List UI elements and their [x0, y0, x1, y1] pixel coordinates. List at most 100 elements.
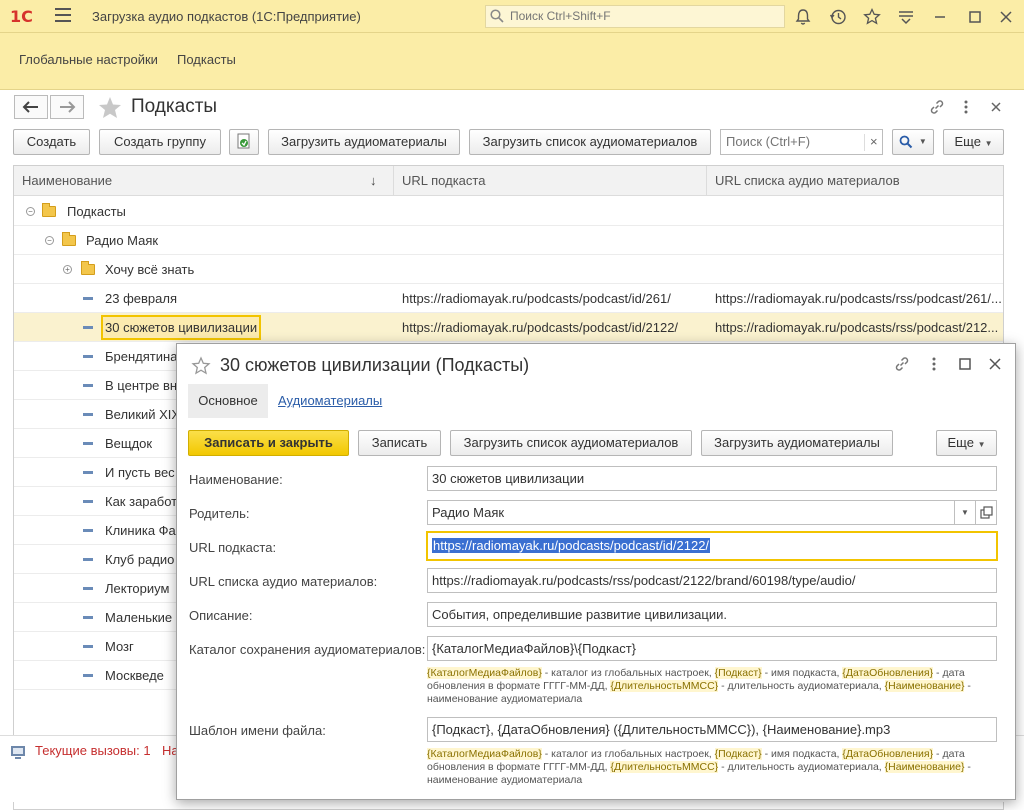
close-icon[interactable] [987, 355, 1003, 373]
chevron-down-icon: ▼ [977, 440, 986, 449]
favorite-star-icon[interactable] [191, 356, 211, 376]
chevron-down-icon: ▼ [918, 137, 927, 146]
item-icon [83, 645, 93, 648]
item-icon [83, 500, 93, 503]
row-name: 23 февраля [105, 291, 177, 306]
catalog-field[interactable]: {КаталогМедиаФайлов}\{Подкаст} [427, 636, 997, 661]
save-and-close-button[interactable]: Записать и закрыть [188, 430, 349, 456]
clear-search-icon[interactable]: × [864, 134, 878, 151]
item-icon [83, 616, 93, 619]
arrow-right-icon [60, 101, 76, 113]
dialog-title: 30 сюжетов цивилизации (Подкасты) [220, 355, 530, 375]
more-button[interactable]: Еще ▼ [943, 129, 1004, 155]
functions-menu-icon[interactable] [896, 7, 916, 27]
url-label: URL подкаста: [189, 540, 277, 555]
create-button[interactable]: Создать [13, 129, 90, 155]
load-audio-list-button[interactable]: Загрузить список аудиоматериалов [450, 430, 692, 456]
maximize-icon[interactable] [965, 7, 985, 27]
more-actions-icon[interactable] [958, 98, 974, 116]
link-icon[interactable] [928, 98, 946, 116]
row-name: Брендятина [105, 349, 178, 364]
chevron-down-icon: ▼ [961, 508, 969, 517]
excel-export-button[interactable] [229, 129, 259, 155]
item-icon [83, 529, 93, 532]
url-field[interactable]: https://radiomayak.ru/podcasts/podcast/i… [426, 531, 998, 561]
table-row[interactable]: + Хочу всё знать [14, 255, 1003, 284]
collapse-icon[interactable]: − [45, 236, 54, 245]
podcast-item-dialog: 30 сюжетов цивилизации (Подкасты) Основн… [176, 343, 1016, 800]
item-icon [83, 413, 93, 416]
load-audio-list-button[interactable]: Загрузить список аудиоматериалов [469, 129, 711, 155]
table-row[interactable]: 23 февраля https://radiomayak.ru/podcast… [14, 284, 1003, 313]
row-name: Радио Маяк [86, 233, 159, 248]
more-label: Еще [947, 435, 974, 450]
collapse-icon[interactable]: − [26, 207, 35, 216]
item-icon [83, 442, 93, 445]
row-name: В центре вн [105, 378, 178, 393]
column-header-url[interactable]: URL подкаста [394, 166, 707, 196]
section-global-settings[interactable]: Глобальные настройки [19, 52, 158, 67]
table-row[interactable]: − Подкасты [14, 197, 1003, 226]
search-options-button[interactable]: ▼ [892, 129, 934, 155]
item-icon [83, 558, 93, 561]
search-icon [490, 9, 504, 23]
item-icon [83, 471, 93, 474]
template-label: Шаблон имени файла: [189, 723, 326, 738]
template-field[interactable]: {Подкаст}, {ДатаОбновления} ({Длительнос… [427, 717, 997, 742]
parent-open-button[interactable] [975, 500, 997, 525]
table-row-selected[interactable]: 30 сюжетов цивилизации https://radiomaya… [14, 313, 1003, 342]
load-audio-button[interactable]: Загрузить аудиоматериалы [701, 430, 893, 456]
close-form-icon[interactable] [988, 98, 1004, 116]
list-search-box: × [720, 129, 883, 155]
row-name: Клуб радио [105, 552, 175, 567]
catalog-hint: {КаталогМедиаФайлов} - каталог из глобал… [427, 667, 971, 705]
favorite-star-icon[interactable] [97, 95, 123, 121]
row-name: Маленькие [105, 610, 173, 625]
url-list-field[interactable]: https://radiomayak.ru/podcasts/rss/podca… [427, 568, 997, 593]
row-name: Клиника Фа [105, 523, 176, 538]
link-icon[interactable] [893, 355, 911, 373]
table-row[interactable]: − Радио Маяк [14, 226, 1003, 255]
close-icon[interactable] [996, 7, 1016, 27]
minimize-icon[interactable] [930, 7, 950, 27]
app-title: Загрузка аудио подкастов (1С:Предприятие… [92, 9, 361, 24]
parent-field[interactable]: Радио Маяк [427, 500, 955, 525]
load-audio-button[interactable]: Загрузить аудиоматериалы [268, 129, 460, 155]
tab-audio[interactable]: Аудиоматериалы [278, 384, 382, 418]
hamburger-menu-icon[interactable] [55, 8, 71, 22]
row-url: https://radiomayak.ru/podcasts/podcast/i… [402, 320, 679, 335]
history-icon[interactable] [828, 7, 848, 27]
tab-main[interactable]: Основное [188, 384, 268, 418]
global-search-box[interactable] [485, 5, 785, 28]
maximize-icon[interactable] [957, 355, 973, 373]
save-button[interactable]: Записать [358, 430, 441, 456]
item-icon [83, 674, 93, 677]
forward-button[interactable] [50, 95, 84, 119]
row-name: Великий XIX [105, 407, 181, 422]
star-icon[interactable] [862, 7, 882, 27]
more-label: Еще [954, 134, 981, 149]
template-hint: {КаталогМедиаФайлов} - каталог из глобал… [427, 748, 971, 786]
url-value: https://radiomayak.ru/podcasts/podcast/i… [432, 538, 711, 553]
create-group-button[interactable]: Создать группу [99, 129, 221, 155]
list-search-input[interactable] [724, 133, 856, 150]
description-field[interactable]: События, определившие развитие цивилизац… [427, 602, 997, 627]
current-calls-status[interactable]: Текущие вызовы: 1 [35, 743, 151, 758]
url-list-label: URL списка аудио материалов: [189, 574, 378, 589]
name-field[interactable]: 30 сюжетов цивилизации [427, 466, 997, 491]
column-header-name[interactable]: Наименование ↓ [14, 166, 394, 196]
parent-dropdown-button[interactable]: ▼ [954, 500, 976, 525]
column-header-url-list[interactable]: URL списка аудио материалов [707, 166, 1003, 196]
expand-icon[interactable]: + [63, 265, 72, 274]
folder-icon [62, 232, 76, 246]
row-name: Хочу всё знать [105, 262, 195, 277]
global-search-input[interactable] [508, 8, 768, 24]
title-bar: 1С Загрузка аудио подкастов (1С:Предприя… [0, 0, 1024, 33]
more-actions-icon[interactable] [926, 355, 942, 373]
sort-desc-icon: ↓ [370, 173, 377, 188]
more-button[interactable]: Еще ▼ [936, 430, 997, 456]
bell-icon[interactable] [793, 7, 813, 27]
section-podcasts[interactable]: Подкасты [177, 52, 236, 67]
page-title: Подкасты [131, 96, 218, 117]
back-button[interactable] [14, 95, 48, 119]
